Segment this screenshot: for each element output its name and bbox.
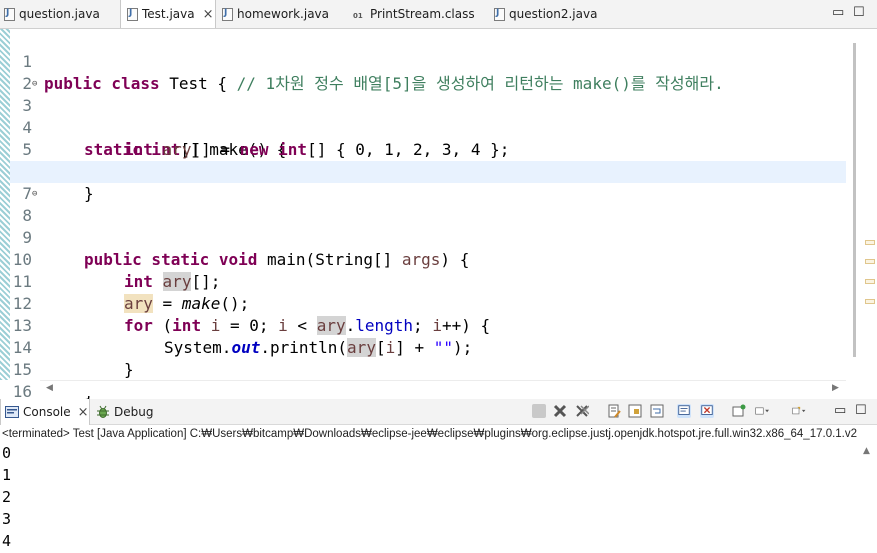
tab-question-java[interactable]: question.java (4, 0, 116, 28)
tab-printstream-class[interactable]: PrintStream.class (352, 0, 480, 28)
code-line[interactable]: 11 ary = make(); (10, 249, 846, 313)
java-file-icon (127, 7, 138, 21)
code-line[interactable]: 4 int ary[] = new int[] { 0, 1, 2, 3, 4 … (10, 95, 846, 159)
occurrence-marker[interactable] (865, 240, 875, 245)
editor-vertical-scrollbar[interactable] (846, 29, 877, 380)
close-icon[interactable]: × (78, 405, 89, 420)
quick-diff-ruler (0, 29, 10, 380)
minimize-icon[interactable]: ▭ (834, 403, 846, 418)
occurrence-marker[interactable] (865, 259, 875, 264)
occurrence-marker[interactable] (865, 299, 875, 304)
console-output-line: 4 (2, 532, 12, 550)
terminate-icon[interactable] (532, 404, 546, 418)
tab-homework-java[interactable]: homework.java (222, 0, 342, 28)
code-line[interactable]: 6 } (10, 139, 846, 203)
code-editor[interactable]: 1 public class Test { // 1차원 정수 배열[5]을 생… (0, 29, 877, 423)
scroll-left-icon[interactable]: ◀ (46, 383, 53, 393)
remove-launch-icon[interactable] (553, 404, 567, 418)
console-output-line: 0 (2, 444, 12, 462)
open-console-icon[interactable] (792, 404, 806, 418)
show-console-on-error-icon[interactable] (700, 404, 714, 418)
class-file-icon (352, 8, 366, 21)
scroll-right-icon[interactable]: ▶ (832, 383, 839, 393)
console-icon (5, 406, 19, 418)
maximize-icon[interactable]: ☐ (855, 403, 867, 418)
tab-console[interactable]: Console × (0, 399, 90, 425)
display-selected-console-icon[interactable] (755, 404, 769, 418)
current-code-line[interactable]: 7 (10, 161, 846, 203)
remove-all-terminated-icon[interactable] (575, 404, 589, 418)
code-line[interactable]: 14 } (10, 315, 846, 379)
tab-test-java[interactable]: Test.java × (120, 0, 216, 28)
java-file-icon (4, 7, 15, 21)
close-icon[interactable]: × (203, 7, 214, 22)
console-output-line: 2 (2, 488, 12, 506)
code-line[interactable]: 10 int ary[]; (10, 227, 846, 291)
console-output-line: 1 (2, 466, 12, 484)
pin-console-icon[interactable] (732, 404, 746, 418)
code-line[interactable]: 5 return ary; (10, 117, 846, 181)
code-line[interactable]: 2 (10, 51, 846, 93)
console-vertical-scrollbar[interactable]: ▲ (859, 442, 877, 553)
code-line[interactable]: 3 ⊖ static int[] make() { (10, 73, 846, 159)
minimize-icon[interactable]: ▭ (832, 5, 844, 20)
scroll-up-icon[interactable]: ▲ (863, 446, 870, 456)
fold-toggle-icon[interactable]: ⊖ (32, 183, 37, 205)
code-line[interactable]: 12 for (int i = 0; i < ary.length; i++) … (10, 271, 846, 335)
clear-console-icon[interactable] (607, 404, 621, 418)
console-output-line: 3 (2, 510, 12, 528)
code-line[interactable]: 1 public class Test { // 1차원 정수 배열[5]을 생… (10, 29, 846, 93)
code-line[interactable]: 15 } (10, 337, 846, 401)
code-line[interactable]: 9 (10, 205, 846, 247)
tab-label: homework.java (237, 7, 330, 21)
tab-label: question2.java (509, 7, 598, 21)
show-console-on-output-icon[interactable] (677, 404, 691, 418)
tab-label: Debug (114, 405, 154, 419)
console-status: <terminated> Test [Java Application] C:₩… (2, 428, 858, 440)
tab-label: Console (23, 405, 71, 419)
scrollbar-thumb[interactable] (853, 43, 856, 357)
tab-label: Test.java (142, 7, 195, 21)
code-line[interactable]: 13 System.out.println(ary[i] + ""); (10, 293, 846, 357)
console-view: Console × Debug ▭ ☐ <terminated> Test [J… (0, 399, 877, 553)
tab-label: question.java (19, 7, 100, 21)
tab-label: PrintStream.class (370, 7, 475, 21)
editor-tab-bar: question.java Test.java × homework.java … (0, 0, 877, 29)
console-toolbar: Console × Debug ▭ ☐ (0, 399, 877, 425)
code-line[interactable]: 16 } (10, 359, 846, 423)
fold-toggle-icon[interactable]: ⊖ (32, 73, 37, 95)
editor-horizontal-scrollbar[interactable]: ◀ ▶ (40, 380, 846, 396)
word-wrap-icon[interactable] (650, 404, 664, 418)
debug-icon (97, 405, 109, 418)
maximize-icon[interactable]: ☐ (853, 5, 865, 20)
scroll-lock-icon[interactable] (628, 404, 642, 418)
java-file-icon (494, 7, 505, 21)
code-line[interactable]: 8 ⊖ public static void main(String[] arg… (10, 183, 846, 269)
java-file-icon (222, 7, 233, 21)
tab-debug[interactable]: Debug (96, 399, 166, 425)
tab-question2-java[interactable]: question2.java (494, 0, 614, 28)
occurrence-marker[interactable] (865, 279, 875, 284)
